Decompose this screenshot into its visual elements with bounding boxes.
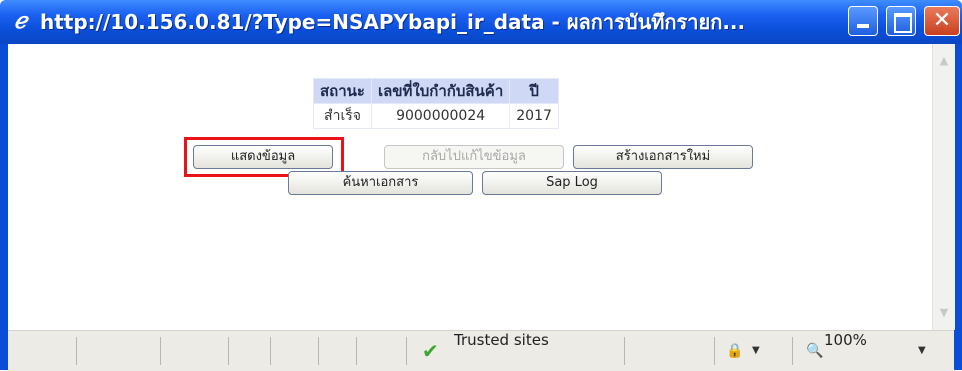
status-divider bbox=[318, 337, 319, 365]
status-divider bbox=[270, 337, 271, 365]
column-header: ปี bbox=[509, 78, 559, 104]
zoom-level[interactable]: 100% bbox=[824, 331, 867, 371]
close-button[interactable]: ✕ bbox=[924, 6, 960, 36]
status-divider bbox=[228, 337, 229, 365]
maximize-icon bbox=[894, 13, 912, 33]
back-edit-button: กลับไปแก้ไขข้อมูล bbox=[384, 145, 564, 169]
status-divider bbox=[792, 337, 793, 365]
scroll-down-icon[interactable]: ▼ bbox=[937, 306, 951, 320]
status-divider bbox=[624, 337, 625, 365]
status-cell: สำเร็จ bbox=[313, 103, 372, 129]
result-table: สถานะ เลขที่ใบกำกับสินค้า ปี สำเร็จ 9000… bbox=[313, 78, 559, 129]
window-title: http://10.156.0.81/?Type=NSAPYbapi_ir_da… bbox=[40, 10, 746, 34]
minimize-button[interactable] bbox=[848, 6, 878, 36]
security-zone: Trusted sites bbox=[454, 331, 549, 349]
invoice-number-cell: 9000000024 bbox=[370, 103, 511, 129]
search-document-button[interactable]: ค้นหาเอกสาร bbox=[288, 171, 473, 195]
show-data-button[interactable]: แสดงข้อมูล bbox=[193, 145, 333, 169]
maximize-button[interactable] bbox=[886, 6, 916, 36]
status-divider bbox=[406, 337, 407, 365]
status-divider bbox=[356, 337, 357, 365]
create-new-document-button[interactable]: สร้างเอกสารใหม่ bbox=[573, 145, 753, 169]
zoom-icon[interactable]: 🔍 bbox=[806, 342, 824, 360]
ie-icon: ℯ bbox=[14, 8, 28, 34]
table-header-row: สถานะ เลขที่ใบกำกับสินค้า ปี bbox=[313, 78, 559, 104]
page-content: สถานะ เลขที่ใบกำกับสินค้า ปี สำเร็จ 9000… bbox=[8, 44, 932, 330]
chevron-down-icon[interactable]: ▼ bbox=[752, 331, 760, 371]
status-divider bbox=[714, 337, 715, 365]
close-icon: ✕ bbox=[932, 8, 952, 33]
protected-mode-icon[interactable]: 🔒 bbox=[726, 342, 744, 360]
status-bar: ✔ Trusted sites 🔒 ▼ 🔍 100% ▼ bbox=[8, 330, 954, 371]
popup-window: ℯ http://10.156.0.81/?Type=NSAPYbapi_ir_… bbox=[0, 0, 962, 371]
title-bar[interactable]: ℯ http://10.156.0.81/?Type=NSAPYbapi_ir_… bbox=[0, 0, 962, 44]
status-divider bbox=[76, 337, 77, 365]
table-row: สำเร็จ 9000000024 2017 bbox=[313, 103, 559, 129]
sap-log-button[interactable]: Sap Log bbox=[482, 171, 662, 195]
column-header: เลขที่ใบกำกับสินค้า bbox=[370, 78, 511, 104]
vertical-scrollbar[interactable]: ▲ ▼ bbox=[932, 44, 955, 330]
status-divider bbox=[160, 337, 161, 365]
check-icon: ✔ bbox=[422, 339, 439, 363]
minimize-icon bbox=[857, 24, 869, 28]
column-header: สถานะ bbox=[313, 78, 372, 104]
year-cell: 2017 bbox=[509, 103, 559, 129]
chevron-down-icon[interactable]: ▼ bbox=[918, 331, 926, 371]
scroll-up-icon[interactable]: ▲ bbox=[937, 54, 951, 68]
